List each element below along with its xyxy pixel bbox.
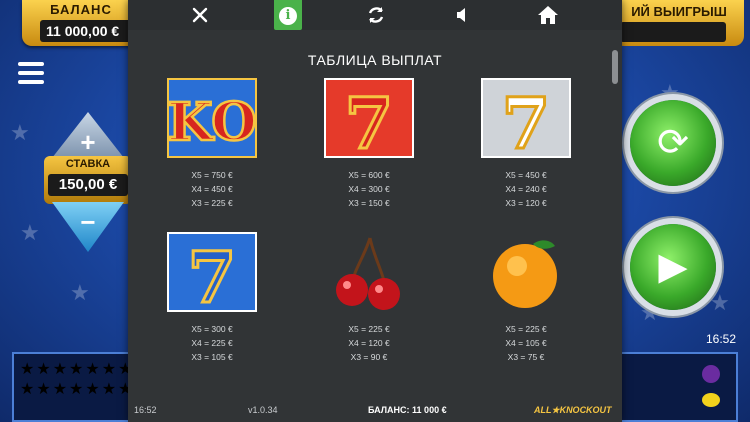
payout-x4: X4 = 120 € bbox=[348, 338, 390, 348]
balance-label: БАЛАНС bbox=[50, 2, 112, 17]
stake-label: СТАВКА bbox=[65, 158, 111, 170]
win-label: ИЙ ВЫИГРЫШ bbox=[631, 4, 727, 19]
panel-footer: 16:52 v1.0.34 БАЛАНС: 11 000 € ALL★KNOCK… bbox=[128, 396, 622, 422]
win-value bbox=[620, 22, 726, 42]
info-icon[interactable]: i bbox=[274, 0, 302, 30]
clock: 16:52 bbox=[705, 332, 736, 346]
autoplay-button[interactable]: ▶ bbox=[630, 224, 716, 310]
red-seven-symbol-icon: 7 bbox=[324, 78, 414, 167]
ko-symbol-icon: KO bbox=[166, 78, 258, 158]
svg-text:7: 7 bbox=[188, 236, 237, 312]
payout-x4: X4 = 240 € bbox=[505, 184, 547, 194]
star-decoration: ★ bbox=[10, 120, 30, 145]
paytable-title: ТАБЛИЦА ВЫПЛАТ bbox=[307, 52, 443, 68]
payout-x5: X5 = 750 € bbox=[191, 170, 233, 180]
paytable-entry-blue-seven: 7 X5 = 300 € X4 = 225 € X3 = 105 € bbox=[166, 232, 258, 364]
menu-icon[interactable] bbox=[18, 62, 44, 89]
svg-text:7: 7 bbox=[502, 82, 551, 158]
star-decoration: ★ bbox=[20, 220, 40, 245]
paytable-entry-cherry: X5 = 225 € X4 = 120 € X3 = 90 € bbox=[323, 232, 415, 364]
paytable-entry-ko: KO X5 = 750 € X4 = 450 € X3 = 225 € bbox=[166, 78, 258, 210]
star-decoration: ★ bbox=[710, 290, 730, 315]
payout-x4: X4 = 450 € bbox=[191, 184, 233, 194]
payout-x3: X3 = 105 € bbox=[191, 352, 233, 362]
toolbar: i bbox=[128, 0, 622, 30]
home-icon[interactable] bbox=[534, 0, 562, 30]
footer-time: 16:52 bbox=[134, 405, 157, 415]
payout-list: X5 = 750 € X4 = 450 € X3 = 225 € bbox=[166, 168, 258, 210]
payout-x3: X3 = 225 € bbox=[191, 198, 233, 208]
payout-x4: X4 = 300 € bbox=[348, 184, 390, 194]
blue-seven-symbol-icon: 7 bbox=[167, 232, 257, 321]
close-icon[interactable] bbox=[186, 0, 214, 30]
payout-list: X5 = 300 € X4 = 225 € X3 = 105 € bbox=[166, 322, 258, 364]
svg-text:7: 7 bbox=[345, 82, 394, 158]
payout-x3: X3 = 150 € bbox=[348, 198, 390, 208]
autoplay-icon[interactable] bbox=[362, 0, 390, 30]
paytable-entry-orange: X5 = 225 € X4 = 105 € X3 = 75 € bbox=[480, 232, 572, 364]
paytable-entry-silver-seven: 7 X5 = 450 € X4 = 240 € X3 = 120 € bbox=[480, 78, 572, 210]
game-logo: ALL★KNOCKOUT bbox=[534, 405, 612, 415]
svg-text:KO: KO bbox=[167, 92, 256, 153]
footer-version: v1.0.34 bbox=[248, 405, 278, 415]
balance-value: 11 000,00 € bbox=[40, 20, 136, 42]
payout-x5: X5 = 450 € bbox=[505, 170, 547, 180]
payout-x4: X4 = 105 € bbox=[505, 338, 547, 348]
payout-list: X5 = 600 € X4 = 300 € X3 = 150 € bbox=[323, 168, 415, 210]
stake-widget: + СТАВКА 150,00 € − bbox=[44, 112, 132, 252]
payout-list: X5 = 225 € X4 = 105 € X3 = 75 € bbox=[480, 322, 572, 364]
payout-x5: X5 = 225 € bbox=[505, 324, 547, 334]
payout-x3: X3 = 120 € bbox=[505, 198, 547, 208]
info-glyph: i bbox=[279, 7, 297, 25]
star-decoration: ★ bbox=[70, 280, 90, 305]
payout-x3: X3 = 90 € bbox=[350, 352, 388, 362]
payout-list: X5 = 225 € X4 = 120 € X3 = 90 € bbox=[323, 322, 415, 364]
sound-icon[interactable] bbox=[448, 0, 476, 30]
payout-x3: X3 = 75 € bbox=[507, 352, 545, 362]
payout-list: X5 = 450 € X4 = 240 € X3 = 120 € bbox=[480, 168, 572, 210]
footer-balance: БАЛАНС: 11 000 € bbox=[368, 405, 447, 415]
paytable-panel: i ТАБЛИЦА ВЫПЛАТ KO X5 = 750 € X4 = 450 … bbox=[128, 0, 622, 422]
balance-display: БАЛАНС 11 000,00 € bbox=[22, 0, 140, 46]
payout-x5: X5 = 600 € bbox=[348, 170, 390, 180]
payout-x5: X5 = 225 € bbox=[348, 324, 390, 334]
payout-x5: X5 = 300 € bbox=[191, 324, 233, 334]
stake-decrease-button[interactable]: − bbox=[52, 202, 124, 252]
win-display: ИЙ ВЫИГРЫШ bbox=[614, 0, 744, 46]
stake-value: 150,00 € bbox=[48, 174, 128, 196]
stake-display: СТАВКА 150,00 € bbox=[44, 156, 132, 204]
fruit-icons bbox=[698, 360, 724, 421]
silver-seven-symbol-icon: 7 bbox=[481, 78, 571, 167]
payout-x4: X4 = 225 € bbox=[191, 338, 233, 348]
orange-symbol-icon bbox=[481, 232, 571, 312]
paytable-entry-red-seven: 7 X5 = 600 € X4 = 300 € X3 = 150 € bbox=[323, 78, 415, 210]
stake-increase-button[interactable]: + bbox=[52, 112, 124, 158]
spin-button[interactable]: ⟳ bbox=[630, 100, 716, 186]
cherry-symbol-icon bbox=[324, 232, 414, 312]
